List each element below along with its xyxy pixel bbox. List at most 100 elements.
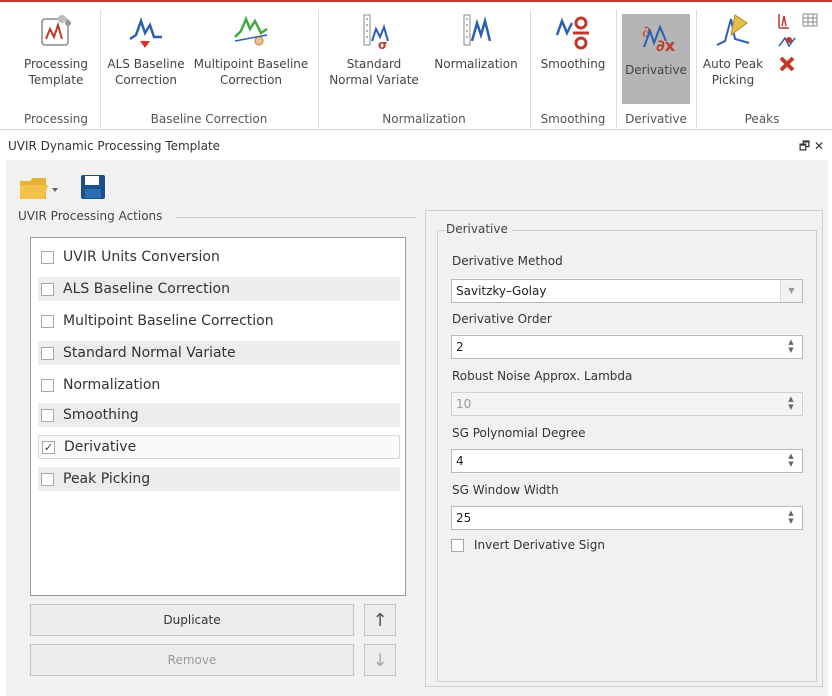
- list-item-label: Peak Picking: [63, 471, 151, 487]
- list-item[interactable]: ALS Baseline Correction: [38, 277, 400, 301]
- ribbon-separator: [100, 10, 101, 128]
- svg-text:σ: σ: [378, 38, 387, 51]
- open-folder-button[interactable]: [18, 173, 62, 206]
- ribbon: Processing Template Processing ALS Basel…: [0, 0, 832, 130]
- smoothing-button[interactable]: Smoothing: [534, 8, 612, 108]
- ribbon-separator: [530, 10, 531, 128]
- group-derivative: Derivative: [625, 112, 687, 126]
- normalization-label: Normalization: [434, 57, 518, 71]
- normalization-button[interactable]: Normalization: [428, 8, 524, 108]
- derivative-method-value: Savitzky–Golay: [456, 284, 547, 298]
- list-item[interactable]: Standard Normal Variate: [38, 341, 400, 365]
- checkbox[interactable]: [41, 472, 54, 486]
- list-item-label: Derivative: [64, 439, 137, 455]
- multipoint-baseline-correction-button[interactable]: Multipoint Baseline Correction: [190, 8, 312, 108]
- spin-arrows-icon[interactable]: ▲ ▼: [786, 452, 796, 470]
- group-normalization: Normalization: [382, 112, 466, 126]
- derivative-method-label: Derivative Method: [452, 254, 563, 268]
- polynomial-degree-stepper[interactable]: 4 ▲ ▼: [451, 449, 803, 473]
- actions-group-label: UVIR Processing Actions: [18, 209, 167, 223]
- chevron-down-icon[interactable]: [52, 188, 58, 192]
- peak-table-icon[interactable]: [778, 14, 789, 29]
- chevron-down-icon[interactable]: ▼: [780, 280, 802, 302]
- group-processing: Processing: [23, 112, 89, 126]
- move-up-button[interactable]: ↑: [364, 604, 396, 636]
- processing-template-icon: [34, 8, 78, 54]
- checkbox[interactable]: [41, 282, 54, 296]
- checkbox[interactable]: [41, 250, 54, 264]
- normalization-icon: [454, 8, 498, 54]
- snv-label: Standard Normal Variate: [329, 57, 419, 87]
- group-baseline-correction: Baseline Correction: [150, 112, 268, 126]
- checkbox[interactable]: [41, 408, 54, 422]
- polynomial-degree-label: SG Polynomial Degree: [452, 426, 586, 440]
- derivative-button[interactable]: ∂ ∂x Derivative: [622, 14, 690, 104]
- peaks-small-icons: [775, 10, 831, 89]
- spin-arrows-icon[interactable]: ▲ ▼: [786, 338, 796, 356]
- list-item[interactable]: UVIR Units Conversion: [38, 245, 400, 269]
- window-width-label: SG Window Width: [452, 483, 559, 497]
- peak-pick-icon[interactable]: [778, 36, 796, 48]
- derivative-order-value: 2: [456, 340, 464, 354]
- ribbon-separator: [696, 10, 697, 128]
- invert-sign-checkbox[interactable]: Invert Derivative Sign: [451, 538, 605, 552]
- derivative-method-select[interactable]: Savitzky–Golay ▼: [451, 279, 803, 303]
- move-down-button[interactable]: ↓: [364, 644, 396, 676]
- group-peaks: Peaks: [744, 112, 780, 126]
- list-item-label: Multipoint Baseline Correction: [63, 313, 274, 329]
- panel-window-controls[interactable]: 🗗 ✕: [799, 133, 824, 159]
- list-item[interactable]: Smoothing: [38, 403, 400, 427]
- lambda-stepper[interactable]: 10 ▲ ▼: [451, 392, 803, 416]
- multipoint-baseline-icon: [229, 8, 273, 54]
- als-baseline-icon: [124, 8, 168, 54]
- list-item-label: Smoothing: [63, 407, 139, 423]
- list-item-label: ALS Baseline Correction: [63, 281, 230, 297]
- list-item-label: Normalization: [63, 377, 161, 393]
- processing-template-label: Processing Template: [23, 57, 89, 87]
- save-button[interactable]: [79, 173, 107, 204]
- spin-arrows-icon[interactable]: ▲ ▼: [786, 509, 796, 527]
- window-width-value: 25: [456, 511, 472, 525]
- als-baseline-label: ALS Baseline Correction: [107, 57, 185, 87]
- standard-normal-variate-button[interactable]: σ Standard Normal Variate: [324, 8, 424, 108]
- derivative-order-stepper[interactable]: 2 ▲ ▼: [451, 335, 803, 359]
- checkbox[interactable]: [41, 314, 54, 328]
- derivative-group-label: Derivative: [446, 222, 512, 236]
- panel-title: UVIR Dynamic Processing Template: [8, 139, 221, 153]
- list-item[interactable]: Peak Picking: [38, 467, 400, 491]
- window-width-stepper[interactable]: 25 ▲ ▼: [451, 506, 803, 530]
- delete-peaks-icon[interactable]: [779, 56, 795, 72]
- ribbon-separator: [318, 10, 319, 128]
- derivative-order-label: Derivative Order: [452, 312, 552, 326]
- list-item[interactable]: Multipoint Baseline Correction: [38, 309, 400, 333]
- auto-peak-picking-button[interactable]: Auto Peak Picking: [702, 8, 764, 108]
- duplicate-button[interactable]: Duplicate: [30, 604, 354, 636]
- actions-group-line: [176, 217, 416, 218]
- auto-peak-picking-icon: [711, 8, 755, 54]
- derivative-label: Derivative: [625, 63, 687, 77]
- checkbox[interactable]: [451, 538, 464, 552]
- ribbon-separator: [616, 10, 617, 128]
- folder-icon: [20, 178, 48, 199]
- list-item-label: Standard Normal Variate: [63, 345, 236, 361]
- als-baseline-correction-button[interactable]: ALS Baseline Correction: [104, 8, 188, 108]
- checkbox[interactable]: [41, 378, 54, 392]
- checkbox[interactable]: [41, 346, 54, 360]
- grid-icon[interactable]: [802, 13, 818, 27]
- spin-arrows-icon[interactable]: ▲ ▼: [786, 395, 796, 413]
- actions-list[interactable]: UVIR Units Conversion ALS Baseline Corre…: [30, 237, 406, 596]
- list-item[interactable]: ✓ Derivative: [38, 435, 400, 459]
- smoothing-icon: [551, 8, 595, 54]
- group-smoothing: Smoothing: [540, 112, 606, 126]
- snv-icon: σ: [352, 8, 396, 54]
- derivative-icon: ∂ ∂x: [634, 14, 678, 60]
- auto-peak-picking-label: Auto Peak Picking: [702, 57, 764, 87]
- remove-button[interactable]: Remove: [30, 644, 354, 676]
- smoothing-label: Smoothing: [540, 57, 606, 71]
- polynomial-degree-value: 4: [456, 454, 464, 468]
- processing-template-button[interactable]: Processing Template: [16, 8, 96, 108]
- checkbox-checked[interactable]: ✓: [42, 440, 55, 454]
- list-item[interactable]: Normalization: [38, 373, 400, 397]
- multipoint-baseline-label: Multipoint Baseline Correction: [193, 57, 309, 87]
- invert-sign-label: Invert Derivative Sign: [474, 538, 605, 552]
